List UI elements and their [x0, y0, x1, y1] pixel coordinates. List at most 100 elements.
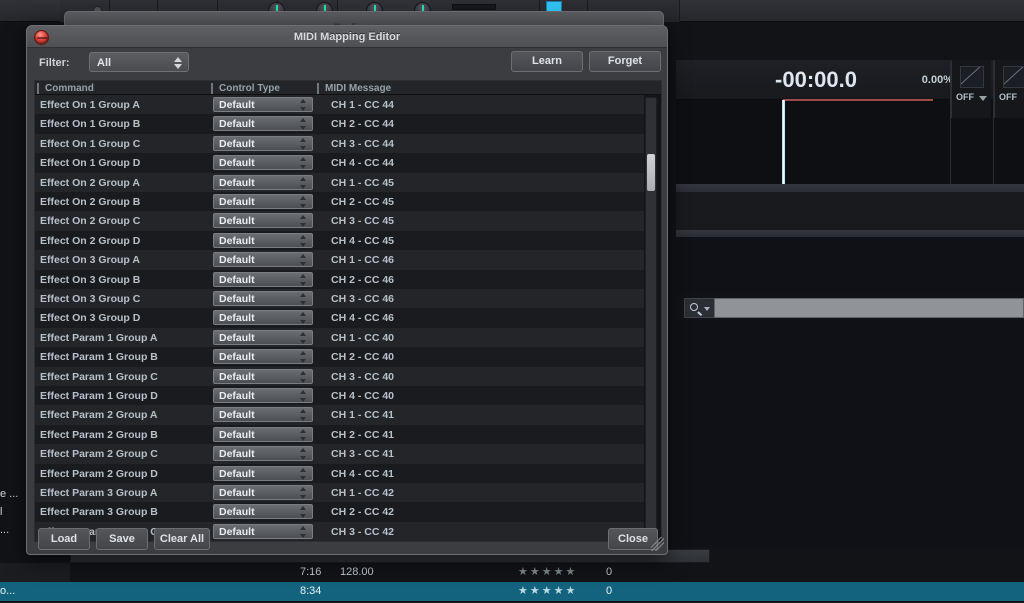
spinner-updown-icon[interactable] [300, 390, 307, 402]
table-row[interactable]: Effect On 2 Group D Default CH 4 - CC 45 [35, 230, 644, 251]
save-button[interactable]: Save [96, 528, 148, 550]
caret-down-icon[interactable] [704, 307, 710, 311]
control-type-select[interactable]: Default [213, 155, 313, 171]
spinner-updown-icon[interactable] [300, 331, 307, 344]
scrollbar-thumb[interactable] [647, 154, 655, 191]
control-type-select[interactable]: Default [213, 465, 313, 481]
control-type-select[interactable]: Default [213, 368, 313, 384]
fx-toggle-off-2[interactable]: OFF [994, 60, 1024, 118]
control-type-select[interactable]: Default [213, 310, 313, 326]
table-row[interactable]: Effect Param 1 Group C Default CH 3 - CC 4… [35, 366, 644, 386]
table-row[interactable]: Effect Param 2 Group B Default CH 2 - CC 4… [35, 424, 644, 445]
table-row[interactable]: 7:16 128.00 ★★★★★ 0 [0, 563, 1024, 582]
control-type-select[interactable]: Default [213, 232, 313, 248]
spinner-updown-icon[interactable] [300, 273, 307, 286]
track-rating[interactable]: ★★★★★ [518, 565, 577, 578]
column-header-control-type[interactable]: Control Type [211, 83, 280, 94]
spinner-updown-icon[interactable] [300, 99, 307, 111]
spinner-updown-icon[interactable] [300, 137, 307, 150]
control-type-select[interactable]: Default [213, 271, 313, 287]
spinner-updown-icon[interactable] [300, 293, 307, 305]
spinner-updown-icon[interactable] [300, 176, 307, 189]
spinner-updown-icon[interactable] [300, 370, 307, 383]
control-type-select[interactable]: Default [213, 194, 313, 209]
table-row[interactable]: Effect On 1 Group A Default CH 1 - CC 44 [35, 95, 644, 115]
spinner-updown-icon[interactable] [300, 409, 307, 422]
browser-search[interactable] [684, 298, 1024, 318]
control-type-select[interactable]: Default [213, 97, 313, 112]
diagonal-line-icon [1003, 66, 1024, 88]
learn-button[interactable]: Learn [511, 51, 583, 72]
control-type-select[interactable]: Default [213, 349, 313, 365]
control-type-select[interactable]: Default [213, 135, 313, 151]
spinner-updown-icon[interactable] [300, 312, 307, 325]
mapping-command: Effect On 3 Group B [40, 273, 141, 286]
table-row[interactable]: Effect Param 2 Group C Default CH 3 - CC 4… [35, 444, 644, 464]
spinner-updown-icon[interactable] [300, 118, 307, 131]
spinner-updown-icon[interactable] [300, 196, 307, 208]
control-type-select[interactable]: Default [213, 252, 313, 268]
table-row[interactable]: Effect On 1 Group D Default CH 4 - CC 44 [35, 153, 644, 173]
spinner-updown-icon[interactable] [300, 234, 307, 247]
midi-message: CH 4 - CC 41 [331, 467, 395, 480]
fx-toggle-off-1[interactable]: OFF [951, 60, 991, 118]
spinner-updown-icon[interactable] [300, 428, 307, 441]
spinner-updown-icon[interactable] [300, 215, 307, 228]
column-header-midi-message[interactable]: MIDI Message [317, 83, 391, 94]
search-input[interactable] [714, 298, 1024, 318]
control-type-select[interactable]: Default [213, 504, 313, 520]
deck-slot[interactable] [452, 4, 496, 10]
control-type-select[interactable]: Default [213, 213, 313, 229]
table-row[interactable]: Effect On 2 Group B Default CH 2 - CC 45 [35, 192, 644, 212]
control-type-select[interactable]: Default [213, 426, 313, 442]
table-row[interactable]: Effect Param 3 Group A Default CH 1 - CC 4… [35, 483, 644, 503]
control-type-select[interactable]: Default [213, 407, 313, 423]
table-row[interactable]: o... 8:34 ★★★★★ 0 [0, 582, 1024, 601]
spinner-updown-icon[interactable] [300, 506, 307, 519]
mapping-command: Effect Param 2 Group B [40, 428, 158, 441]
load-button[interactable]: Load [38, 528, 90, 550]
caret-down-icon[interactable] [979, 96, 987, 101]
table-row[interactable]: Effect Param 2 Group D Default CH 4 - CC 4… [35, 463, 644, 483]
search-icon-button[interactable] [684, 298, 714, 318]
table-row[interactable]: Effect On 1 Group C Default CH 3 - CC 44 [35, 133, 644, 154]
table-row[interactable]: Effect On 3 Group B Default CH 2 - CC 46 [35, 269, 644, 289]
table-row[interactable]: Effect Param 1 Group A Default CH 1 - CC 4… [35, 327, 644, 348]
table-row[interactable]: Effect Param 2 Group A Default CH 1 - CC 4… [35, 405, 644, 425]
filter-select[interactable]: All [89, 52, 189, 72]
track-rating[interactable]: ★★★★★ [518, 584, 577, 597]
table-row[interactable]: Effect On 3 Group A Default CH 1 - CC 46 [35, 250, 644, 270]
control-type-select[interactable]: Default [213, 116, 313, 132]
control-type-value: Default [219, 351, 255, 364]
spinner-updown-icon[interactable] [300, 448, 307, 461]
vertical-scrollbar[interactable] [645, 97, 657, 541]
table-row[interactable]: Effect On 3 Group D Default CH 4 - CC 46 [35, 308, 644, 328]
control-type-select[interactable]: Default [213, 291, 313, 306]
table-row[interactable]: Effect On 3 Group C Default CH 3 - CC 46 [35, 289, 644, 309]
dialog-titlebar[interactable]: MIDI Mapping Editor [27, 26, 667, 48]
spinner-updown-icon[interactable] [300, 351, 307, 364]
forget-button[interactable]: Forget [589, 51, 661, 72]
control-type-value: Default [219, 448, 255, 461]
spinner-updown-icon[interactable] [300, 254, 307, 267]
spinner-updown-icon[interactable] [300, 487, 307, 499]
mapping-command: Effect Param 2 Group C [40, 448, 158, 461]
column-header-command[interactable]: Command [37, 83, 94, 94]
spinner-updown-icon[interactable] [300, 467, 307, 480]
table-row[interactable]: Effect Param 1 Group B Default CH 2 - CC 4… [35, 347, 644, 367]
control-type-select[interactable]: Default [213, 388, 313, 403]
control-type-select[interactable]: Default [213, 485, 313, 500]
control-type-select[interactable]: Default [213, 446, 313, 462]
clear-all-button[interactable]: Clear All [154, 528, 210, 550]
table-row[interactable]: Effect Param 3 Group B Default CH 2 - CC 4… [35, 502, 644, 522]
spinner-updown-icon[interactable] [300, 157, 307, 170]
table-row[interactable]: Effect On 2 Group A Default CH 1 - CC 45 [35, 172, 644, 192]
table-row[interactable]: Effect Param 1 Group D Default CH 4 - CC 4… [35, 386, 644, 406]
table-row[interactable]: Effect On 2 Group C Default CH 3 - CC 45 [35, 211, 644, 231]
control-type-select[interactable]: Default [213, 329, 313, 345]
midi-message: CH 3 - CC 46 [331, 293, 395, 305]
resize-grip-icon[interactable] [650, 537, 664, 551]
control-type-select[interactable]: Default [213, 174, 313, 190]
spinner-updown-icon[interactable] [174, 56, 182, 70]
table-row[interactable]: Effect On 1 Group B Default CH 2 - CC 44 [35, 114, 644, 134]
